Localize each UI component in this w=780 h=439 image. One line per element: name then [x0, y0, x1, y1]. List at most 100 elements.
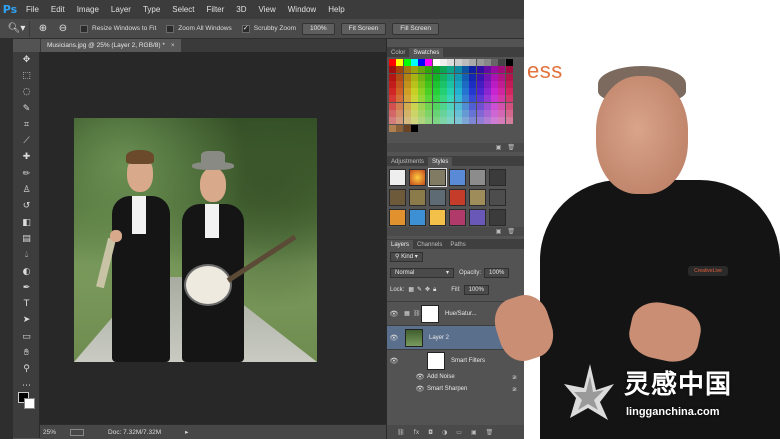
color-swatch[interactable] [483, 80, 491, 88]
color-swatch[interactable] [461, 95, 469, 103]
filter-row-add-noise[interactable]: 👁︎ Add Noise ≆ [387, 371, 524, 383]
color-swatch[interactable] [440, 117, 448, 125]
color-swatch[interactable] [418, 102, 426, 110]
color-swatch[interactable] [425, 88, 433, 96]
color-swatch[interactable] [498, 80, 506, 88]
color-swatch[interactable] [469, 95, 477, 103]
color-swatch[interactable] [410, 117, 418, 125]
color-swatch[interactable] [432, 110, 440, 118]
shape-tool-icon[interactable]: ▭ [13, 329, 40, 345]
style-preset[interactable] [489, 209, 506, 226]
gradient-tool-icon[interactable]: ▤ [13, 231, 40, 247]
color-swatch[interactable] [418, 59, 426, 66]
color-swatch[interactable] [396, 95, 404, 103]
color-swatch[interactable] [425, 117, 433, 125]
eye-icon[interactable]: 👁︎ [413, 385, 427, 393]
color-swatch[interactable] [432, 66, 440, 74]
style-preset[interactable] [469, 209, 486, 226]
zoom-level[interactable]: 25% [43, 429, 56, 436]
color-swatch[interactable] [418, 88, 426, 96]
color-swatch[interactable] [432, 95, 440, 103]
color-swatch[interactable] [476, 95, 484, 103]
color-swatch[interactable] [418, 66, 426, 74]
color-swatch[interactable] [396, 59, 404, 66]
style-preset[interactable] [449, 189, 466, 206]
tab-swatches[interactable]: Swatches [409, 48, 444, 57]
color-swatch[interactable] [491, 88, 499, 96]
color-swatch[interactable] [498, 110, 506, 118]
tab-styles[interactable]: Styles [428, 157, 453, 166]
eye-icon[interactable]: 👁︎ [387, 310, 401, 318]
color-swatch[interactable] [491, 80, 499, 88]
color-swatch[interactable] [461, 110, 469, 118]
filter-options-icon[interactable]: ≆ [512, 386, 517, 393]
menu-layer[interactable]: Layer [105, 5, 137, 14]
color-swatch[interactable] [389, 66, 396, 74]
color-swatch[interactable] [469, 117, 477, 125]
color-swatch[interactable] [403, 95, 411, 103]
color-swatch[interactable] [454, 66, 462, 74]
color-swatch[interactable] [505, 102, 513, 110]
new-group-icon[interactable]: ▭ [456, 429, 462, 436]
color-swatch[interactable] [396, 66, 404, 74]
color-swatch[interactable] [469, 66, 477, 74]
path-selection-tool-icon[interactable]: ➤ [13, 313, 40, 329]
color-swatch[interactable] [425, 102, 433, 110]
color-swatch[interactable] [454, 110, 462, 118]
color-swatch[interactable] [447, 88, 455, 96]
color-swatch[interactable] [454, 117, 462, 125]
color-swatch[interactable] [425, 73, 433, 81]
color-swatch[interactable] [454, 95, 462, 103]
color-swatch[interactable] [410, 110, 418, 118]
style-preset[interactable] [389, 209, 406, 226]
color-swatch[interactable] [498, 88, 506, 96]
color-swatch[interactable] [477, 125, 484, 132]
zoom-tool-icon[interactable]: 🔍︎▾ [4, 20, 30, 37]
style-preset[interactable] [429, 209, 446, 226]
color-swatch[interactable] [476, 110, 484, 118]
color-swatch[interactable] [396, 73, 404, 81]
color-swatch[interactable] [389, 88, 396, 96]
color-swatch[interactable] [454, 73, 462, 81]
type-tool-icon[interactable]: T [13, 296, 40, 312]
menu-help[interactable]: Help [322, 5, 350, 14]
color-swatch[interactable] [483, 66, 491, 74]
color-swatch[interactable] [498, 125, 505, 132]
color-swatch[interactable] [440, 73, 448, 81]
pen-tool-icon[interactable]: ✒ [13, 280, 40, 296]
color-swatch[interactable] [447, 66, 455, 74]
fx-icon[interactable]: fx [414, 429, 420, 436]
color-swatch[interactable] [403, 117, 411, 125]
new-swatch-icon[interactable]: ▣ [496, 144, 502, 151]
color-swatch[interactable] [476, 117, 484, 125]
color-swatch[interactable] [447, 73, 455, 81]
color-swatch[interactable] [389, 59, 396, 66]
color-swatch[interactable] [432, 80, 440, 88]
color-swatch[interactable] [447, 125, 454, 132]
color-swatch[interactable] [469, 59, 477, 66]
color-swatch[interactable] [491, 117, 499, 125]
eraser-tool-icon[interactable]: ◧ [13, 215, 40, 231]
color-swatch[interactable] [396, 102, 404, 110]
color-swatch[interactable] [498, 95, 506, 103]
color-swatch[interactable] [469, 80, 477, 88]
color-swatch[interactable] [491, 125, 498, 132]
color-swatch[interactable] [425, 95, 433, 103]
color-swatch[interactable] [418, 80, 426, 88]
color-swatch[interactable] [447, 80, 455, 88]
quick-select-tool-icon[interactable]: ✎ [13, 101, 40, 117]
blur-tool-icon[interactable]: 💧︎ [13, 248, 40, 264]
color-swatch[interactable] [425, 80, 433, 88]
color-swatch[interactable] [433, 125, 440, 132]
color-swatch[interactable] [396, 117, 404, 125]
color-swatch[interactable] [432, 117, 440, 125]
color-swatch[interactable] [505, 73, 513, 81]
color-swatch[interactable] [425, 110, 433, 118]
color-swatch[interactable] [483, 117, 491, 125]
style-preset[interactable] [409, 189, 426, 206]
color-swatch[interactable] [505, 80, 513, 88]
filter-options-icon[interactable]: ≆ [512, 374, 517, 381]
color-swatch[interactable] [469, 88, 477, 96]
color-swatch[interactable] [469, 73, 477, 81]
fill-screen-button[interactable]: Fill Screen [392, 22, 440, 35]
